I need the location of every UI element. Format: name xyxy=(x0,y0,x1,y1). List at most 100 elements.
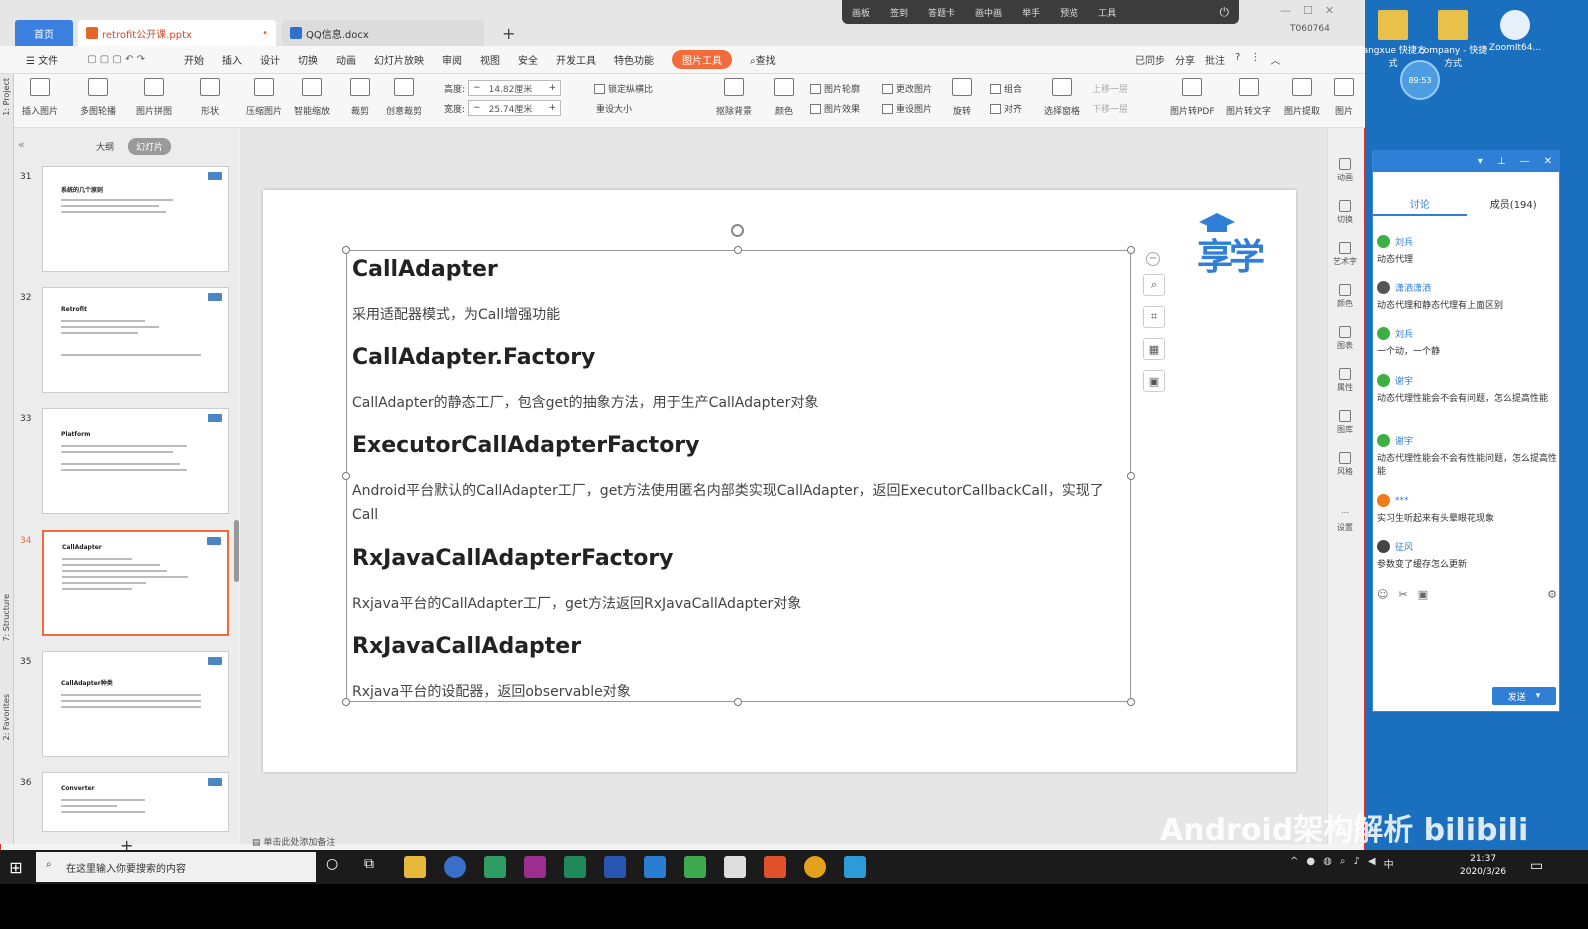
menu-insert[interactable]: 插入 xyxy=(222,52,242,67)
tool-transition[interactable]: 切换 xyxy=(1330,200,1360,225)
reset-pic-button[interactable]: 重设图片 xyxy=(882,102,932,115)
tool-style[interactable]: 风格 xyxy=(1330,452,1360,477)
sync-button[interactable]: 已同步 xyxy=(1135,52,1165,67)
resize-handle[interactable] xyxy=(342,246,350,254)
menu-review[interactable]: 审阅 xyxy=(442,52,462,67)
tray-app-icon[interactable]: ● xyxy=(1306,856,1315,871)
bring-forward-button[interactable]: 上移一层 xyxy=(1092,82,1128,95)
overlay-board[interactable]: 画板 xyxy=(852,6,870,19)
overlay-preview[interactable]: 预览 xyxy=(1060,6,1078,19)
tool-color[interactable]: 颜色 xyxy=(1330,284,1360,309)
menu-file[interactable]: ☰ 文件 xyxy=(26,52,58,67)
width-plus[interactable]: + xyxy=(545,103,561,113)
tab-pptx[interactable]: retrofit公开课.pptx • xyxy=(78,20,276,46)
app-green-icon[interactable] xyxy=(564,856,586,878)
close-chat-icon[interactable]: ✕ xyxy=(1544,156,1552,167)
height-minus[interactable]: − xyxy=(469,83,485,93)
help-icon[interactable]: ? xyxy=(1235,52,1240,67)
windows-start-icon[interactable]: ⊞ xyxy=(0,850,32,884)
picture-replace-icon[interactable]: ▣ xyxy=(1143,370,1165,392)
menu-transition[interactable]: 切换 xyxy=(298,52,318,67)
tab-slides[interactable]: 幻灯片 xyxy=(128,138,172,155)
height-plus[interactable]: + xyxy=(545,83,561,93)
taskbar-search[interactable]: ⌕ 在这里输入你要搜索的内容 xyxy=(36,852,316,882)
creative-crop-button[interactable]: 创意裁剪 xyxy=(386,78,422,117)
structure-label[interactable]: 7: Structure xyxy=(2,594,11,642)
change-pic-button[interactable]: 更改图片 xyxy=(882,82,932,95)
xmind-icon[interactable] xyxy=(764,856,786,878)
multi-picture-button[interactable]: 多图轮播 xyxy=(80,78,116,117)
intellij-icon[interactable] xyxy=(524,856,546,878)
tool-settings[interactable]: ⋯ 设置 xyxy=(1330,508,1360,533)
tray-up-icon[interactable]: ^ xyxy=(1290,856,1298,871)
dropdown-icon[interactable]: ▾ xyxy=(1478,156,1483,167)
close-icon[interactable]: ✕ xyxy=(1325,4,1334,17)
menu-security[interactable]: 安全 xyxy=(518,52,538,67)
settings-icon[interactable]: ⚙ xyxy=(1547,588,1557,601)
more-icon[interactable]: ⋮ xyxy=(1250,52,1260,67)
extract-button[interactable]: 图片提取 xyxy=(1284,78,1320,117)
send-options-icon[interactable]: ▾ xyxy=(1536,691,1541,701)
minimize-chat-icon[interactable]: — xyxy=(1520,156,1530,167)
menu-view[interactable]: 视图 xyxy=(480,52,500,67)
app-blue-icon[interactable] xyxy=(844,856,866,878)
lock-ratio-checkbox[interactable]: 锁定纵横比 xyxy=(594,82,653,95)
menu-devtools[interactable]: 开发工具 xyxy=(556,52,596,67)
to-text-button[interactable]: 图片转文字 xyxy=(1226,78,1271,117)
ime-indicator[interactable]: 中 xyxy=(1384,856,1394,871)
width-minus[interactable]: − xyxy=(469,103,485,113)
project-label[interactable]: 1: Project xyxy=(2,78,11,116)
overlay-tools[interactable]: 工具 xyxy=(1098,6,1116,19)
minus-icon[interactable]: − xyxy=(1146,252,1160,266)
share-button[interactable]: 分享 xyxy=(1175,52,1195,67)
pin-icon[interactable]: ⊥ xyxy=(1497,156,1506,167)
menu-slideshow[interactable]: 幻灯片放映 xyxy=(374,52,424,67)
tray-search-icon[interactable]: ⌕ xyxy=(1340,856,1346,871)
tool-animation[interactable]: 动画 xyxy=(1330,158,1360,183)
chat-username[interactable]: 谢宇 xyxy=(1395,374,1413,387)
reset-size-button[interactable]: 重设大小 xyxy=(596,102,632,115)
width-stepper[interactable]: −25.74厘米 + xyxy=(468,100,562,116)
send-backward-button[interactable]: 下移一层 xyxy=(1092,102,1128,115)
group-button[interactable]: 组合 xyxy=(990,82,1022,95)
chrome-icon[interactable] xyxy=(804,856,826,878)
tab-home[interactable]: 首页 xyxy=(15,20,73,46)
menu-home[interactable]: 开始 xyxy=(184,52,204,67)
pic-outline-button[interactable]: 图片轮廓 xyxy=(810,82,860,95)
smart-scale-button[interactable]: 智能缩放 xyxy=(294,78,330,117)
tool-wordart[interactable]: 艺术字 xyxy=(1330,242,1360,267)
menu-animation[interactable]: 动画 xyxy=(336,52,356,67)
photos-icon[interactable] xyxy=(724,856,746,878)
panel-scrollbar[interactable] xyxy=(234,520,239,582)
chat-username[interactable]: 潇洒潇洒 xyxy=(1395,281,1431,294)
android-studio-icon[interactable] xyxy=(484,856,506,878)
rotate-button[interactable]: 旋转 xyxy=(952,78,972,117)
favorites-label[interactable]: 2: Favorites xyxy=(2,694,11,740)
slide-thumbnail-current[interactable]: CallAdapter xyxy=(42,530,229,636)
resize-handle[interactable] xyxy=(1127,698,1135,706)
tab-docx[interactable]: QQ信息.docx xyxy=(282,20,484,46)
volume-icon[interactable]: ◀ xyxy=(1368,856,1376,871)
menu-features[interactable]: 特色功能 xyxy=(614,52,654,67)
collapse-icon[interactable]: ︿ xyxy=(1270,52,1280,67)
new-tab-button[interactable]: + xyxy=(494,20,523,46)
chat-username[interactable]: 谢宇 xyxy=(1395,434,1413,447)
rotate-handle-icon[interactable] xyxy=(731,224,744,237)
slide-thumbnail[interactable]: Retrofit xyxy=(42,287,229,393)
clock[interactable]: 21:37 2020/3/26 xyxy=(1460,853,1506,879)
minimize-icon[interactable]: — xyxy=(1280,4,1291,17)
tab-outline[interactable]: 大纲 xyxy=(90,138,120,155)
chat-username[interactable]: 刘兵 xyxy=(1395,235,1413,248)
maximize-icon[interactable]: ☐ xyxy=(1303,4,1313,17)
tab-discussion[interactable]: 讨论 xyxy=(1373,190,1467,216)
resize-handle[interactable] xyxy=(1127,472,1135,480)
collapse-panel-icon[interactable]: « xyxy=(18,138,25,151)
word-icon[interactable] xyxy=(644,856,666,878)
cortana-icon[interactable]: ○ xyxy=(326,856,348,878)
task-view-icon[interactable]: ⧉ xyxy=(364,856,386,878)
to-pdf-button[interactable]: 图片转PDF xyxy=(1170,78,1215,117)
resize-handle[interactable] xyxy=(342,472,350,480)
tool-chart[interactable]: 图表 xyxy=(1330,326,1360,351)
more-pic-button[interactable]: 图片 xyxy=(1334,78,1354,117)
color-button[interactable]: 颜色 xyxy=(774,78,794,117)
